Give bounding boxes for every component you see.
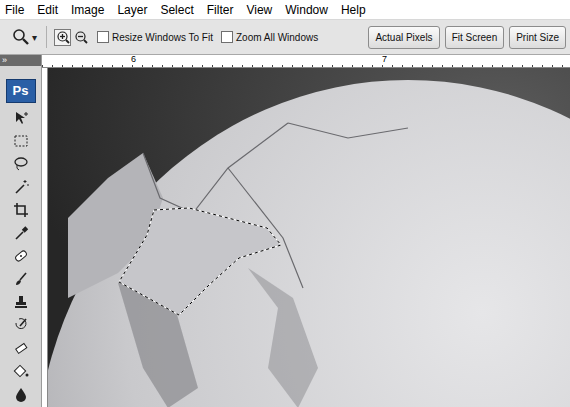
marquee-icon [13, 133, 29, 149]
zoom-icon [12, 28, 30, 46]
menu-item[interactable]: View [245, 0, 273, 20]
menu-item[interactable]: Layer [116, 0, 148, 20]
menu-item[interactable]: Image [70, 0, 105, 20]
blur-icon [13, 386, 29, 402]
dropdown-arrow[interactable]: ▾ [32, 30, 37, 45]
menu-item[interactable]: Window [284, 0, 329, 20]
lasso-icon [13, 156, 29, 172]
toolbar: » Ps [0, 55, 42, 407]
tool-button[interactable] [9, 132, 33, 150]
option-button[interactable]: Actual Pixels [368, 26, 439, 49]
document-body [42, 68, 570, 407]
menu-item[interactable]: File [4, 0, 25, 20]
option-button[interactable]: Fit Screen [445, 26, 505, 49]
stamp-icon [13, 294, 29, 310]
magic-wand-icon [13, 179, 29, 195]
tool-button[interactable] [9, 224, 33, 242]
crop-icon [13, 202, 29, 218]
move-icon [13, 110, 29, 126]
button-group: Actual Pixels Fit ScreenPrint Size [368, 26, 566, 49]
ps-logo[interactable]: Ps [6, 79, 36, 103]
checkbox-label: Resize Windows To Fit [112, 30, 213, 45]
zoom-out-button[interactable] [72, 29, 89, 46]
tool-button[interactable] [9, 201, 33, 219]
brush-icon [13, 271, 29, 287]
ruler-label: 7 [381, 55, 388, 65]
document-area: 67 [42, 55, 570, 407]
options-bar: ▾ Resize Windows To Fit Zoom All Windows Ac… [0, 20, 570, 55]
menu-item[interactable]: Filter [206, 0, 235, 20]
menu-item[interactable]: Select [159, 0, 194, 20]
zoom-in-icon [56, 30, 70, 44]
menu-bar: File Edit Image Layer Select Filter View Window… [0, 0, 570, 20]
checkbox-label: Zoom All Windows [236, 30, 318, 45]
ruler-ticks [42, 55, 570, 68]
tool-button[interactable] [9, 362, 33, 380]
tool-button[interactable] [9, 293, 33, 311]
tool-button[interactable] [9, 339, 33, 357]
tool-button[interactable] [9, 155, 33, 173]
bucket-icon [13, 363, 29, 379]
tool-list [9, 109, 33, 403]
menu-item[interactable]: Edit [36, 0, 59, 20]
menu-item[interactable]: Help [340, 0, 367, 20]
eyedropper-icon [13, 225, 29, 241]
zoom-out-icon [74, 30, 88, 44]
photo-with-selection [48, 68, 570, 407]
option-button[interactable]: Print Size [509, 26, 566, 49]
zoom-mode-group [54, 29, 89, 46]
tool-button[interactable] [9, 270, 33, 288]
checkbox[interactable] [97, 31, 109, 43]
checkbox-option[interactable]: Resize Windows To Fit [97, 30, 213, 45]
checkbox-option[interactable]: Zoom All Windows [221, 30, 318, 45]
ruler-label: 6 [130, 55, 137, 65]
tool-button[interactable] [9, 316, 33, 334]
checkbox[interactable] [221, 31, 233, 43]
tool-button[interactable] [9, 109, 33, 127]
tool-button[interactable] [9, 247, 33, 265]
healing-icon [13, 248, 29, 264]
tool-button[interactable] [9, 385, 33, 403]
image-canvas[interactable] [48, 68, 570, 407]
zoom-in-button[interactable] [54, 29, 71, 46]
eraser-icon [13, 340, 29, 356]
top-ruler: 67 [42, 55, 570, 68]
history-brush-icon [13, 317, 29, 333]
workspace: »Ps67 [0, 55, 570, 407]
tool-button[interactable] [9, 178, 33, 196]
separator [46, 26, 47, 48]
tool-preset-picker[interactable]: ▾ [12, 28, 37, 46]
collapse-button[interactable]: » [0, 55, 41, 66]
